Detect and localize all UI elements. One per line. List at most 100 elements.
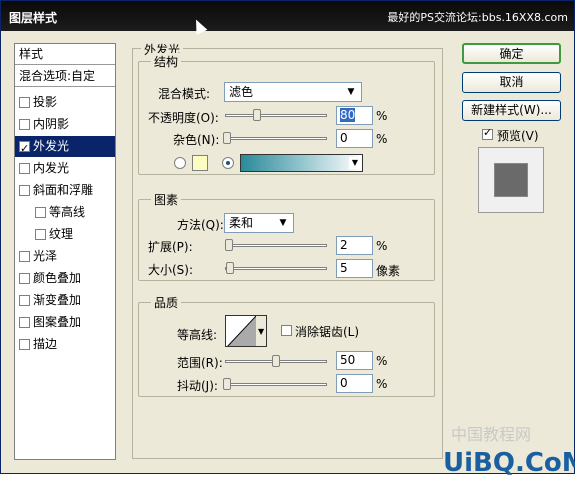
sidebar-item-checkbox[interactable] [19,97,30,108]
glow-gradient-picker[interactable]: ▼ [240,154,363,172]
range-slider-thumb[interactable] [272,355,280,367]
outer-glow-panel: 外发光 结构 混合模式: 滤色 ▼ 不透明度(O): 80 % 杂色(N): 0 … [132,41,443,459]
structure-legend: 结构 [151,53,182,70]
style-preview-thumbnail [478,147,544,213]
sidebar-item-checkbox[interactable] [19,119,30,130]
noise-label: 杂色(N): [173,133,220,147]
color-radio[interactable] [174,157,186,169]
size-unit: 像素 [376,264,401,278]
chevron-down-icon: ▼ [347,87,355,97]
sidebar-item[interactable]: 图案叠加 [15,312,115,333]
contour-curve-icon: ▼ [227,316,266,346]
antialias-label: 消除锯齿(L) [295,325,360,339]
sidebar-item-label: 等高线 [49,205,86,219]
sidebar-item-label: 颜色叠加 [33,271,82,285]
size-input[interactable]: 5 [336,259,373,278]
cancel-button[interactable]: 取消 [462,72,561,93]
sidebar-item-checkbox[interactable] [19,273,30,284]
sidebar-item-label: 渐变叠加 [33,293,82,307]
size-label: 大小(S): [148,263,194,277]
range-label: 范围(R): [177,356,223,370]
gradient-radio[interactable] [222,157,234,169]
range-input[interactable]: 50 [336,351,373,370]
contour-label: 等高线: [177,328,218,342]
sidebar-item-checkbox[interactable] [19,163,30,174]
sidebar-item[interactable]: 渐变叠加 [15,290,115,311]
banner-text: 最好的PS交流论坛:bbs.16XX8.com [387,11,568,24]
opacity-input[interactable]: 80 [336,106,373,125]
chevron-down-icon: ▼ [279,218,287,228]
blend-options-item[interactable]: 混合选项:自定 [15,66,115,87]
size-slider[interactable] [225,262,327,274]
sidebar-item[interactable]: 内发光 [15,158,115,179]
contour-picker[interactable]: ▼ [225,315,267,347]
antialias-checkbox[interactable] [281,325,292,336]
sidebar-item-label: 光泽 [33,249,58,263]
sidebar-item-checkbox[interactable] [19,251,30,262]
sidebar-item-checkbox[interactable] [35,229,46,240]
jitter-input[interactable]: 0 [336,374,373,393]
method-label: 方法(Q): [177,218,224,232]
sidebar-item[interactable]: 等高线 [15,202,115,223]
method-value: 柔和 [229,216,254,230]
blend-mode-value: 滤色 [229,85,254,99]
sidebar-item-checkbox[interactable] [19,295,30,306]
sidebar-item[interactable]: 纹理 [15,224,115,245]
opacity-slider[interactable] [225,109,327,121]
sidebar-item-checkbox[interactable] [19,138,30,159]
sidebar-item-checkbox[interactable] [35,207,46,218]
sidebar-item-label: 纹理 [49,227,74,241]
styles-header[interactable]: 样式 [15,44,115,65]
chevron-down-icon: ▼ [349,157,361,169]
jitter-label: 抖动(J): [177,379,218,393]
jitter-slider-thumb[interactable] [223,378,231,390]
sidebar-item-label: 描边 [33,337,58,351]
opacity-label: 不透明度(O): [148,111,219,125]
title-bar[interactable]: 图层样式 最好的PS交流论坛:bbs.16XX8.com [1,1,574,35]
noise-input[interactable]: 0 [336,129,373,148]
sidebar-item-label: 外发光 [33,139,70,153]
spread-unit: % [376,239,388,253]
jitter-unit: % [376,377,388,391]
sidebar-item[interactable]: 光泽 [15,246,115,267]
new-style-button[interactable]: 新建样式(W)... [462,100,561,121]
sidebar-item[interactable]: 颜色叠加 [15,268,115,289]
method-select[interactable]: 柔和 ▼ [224,213,294,233]
spread-slider[interactable] [225,239,327,251]
quality-legend: 品质 [151,294,182,311]
sidebar-item[interactable]: 内阴影 [15,114,115,135]
opacity-unit: % [376,109,388,123]
preview-label: 预览(V) [497,129,539,143]
sidebar-item-label: 内发光 [33,161,70,175]
ok-button[interactable]: 确定 [462,43,561,64]
jitter-slider[interactable] [223,378,327,390]
noise-slider[interactable] [223,132,327,144]
styles-list: 样式 混合选项:自定 投影内阴影外发光内发光斜面和浮雕等高线纹理光泽颜色叠加渐变… [14,43,116,460]
sidebar-item-checkbox[interactable] [19,317,30,328]
spread-slider-thumb[interactable] [225,239,233,251]
glow-color-swatch[interactable] [192,155,208,171]
size-slider-thumb[interactable] [226,262,234,274]
blend-mode-select[interactable]: 滤色 ▼ [224,82,362,102]
blend-mode-label: 混合模式: [158,87,211,101]
sidebar-item[interactable]: 外发光 [15,136,115,159]
noise-unit: % [376,132,388,146]
sidebar-item-checkbox[interactable] [19,185,30,196]
sidebar-item[interactable]: 投影 [15,92,115,113]
range-unit: % [376,354,388,368]
sidebar-item-checkbox[interactable] [19,339,30,350]
sidebar-item-label: 内阴影 [33,117,70,131]
spread-input[interactable]: 2 [336,236,373,255]
sidebar-item[interactable]: 描边 [15,334,115,355]
dialog-window: 图层样式 最好的PS交流论坛:bbs.16XX8.com 样式 混合选项:自定 … [0,0,575,478]
sidebar-item[interactable]: 斜面和浮雕 [15,180,115,201]
watermark-cn: 中国教程网 [451,425,532,444]
opacity-slider-thumb[interactable] [253,109,261,121]
mouse-cursor-icon [190,17,208,35]
sidebar-item-label: 图案叠加 [33,315,82,329]
preview-checkbox[interactable] [482,126,493,140]
svg-text:▼: ▼ [258,327,265,336]
range-slider[interactable] [225,355,327,367]
elements-legend: 图素 [151,191,182,208]
noise-slider-thumb[interactable] [223,132,231,144]
